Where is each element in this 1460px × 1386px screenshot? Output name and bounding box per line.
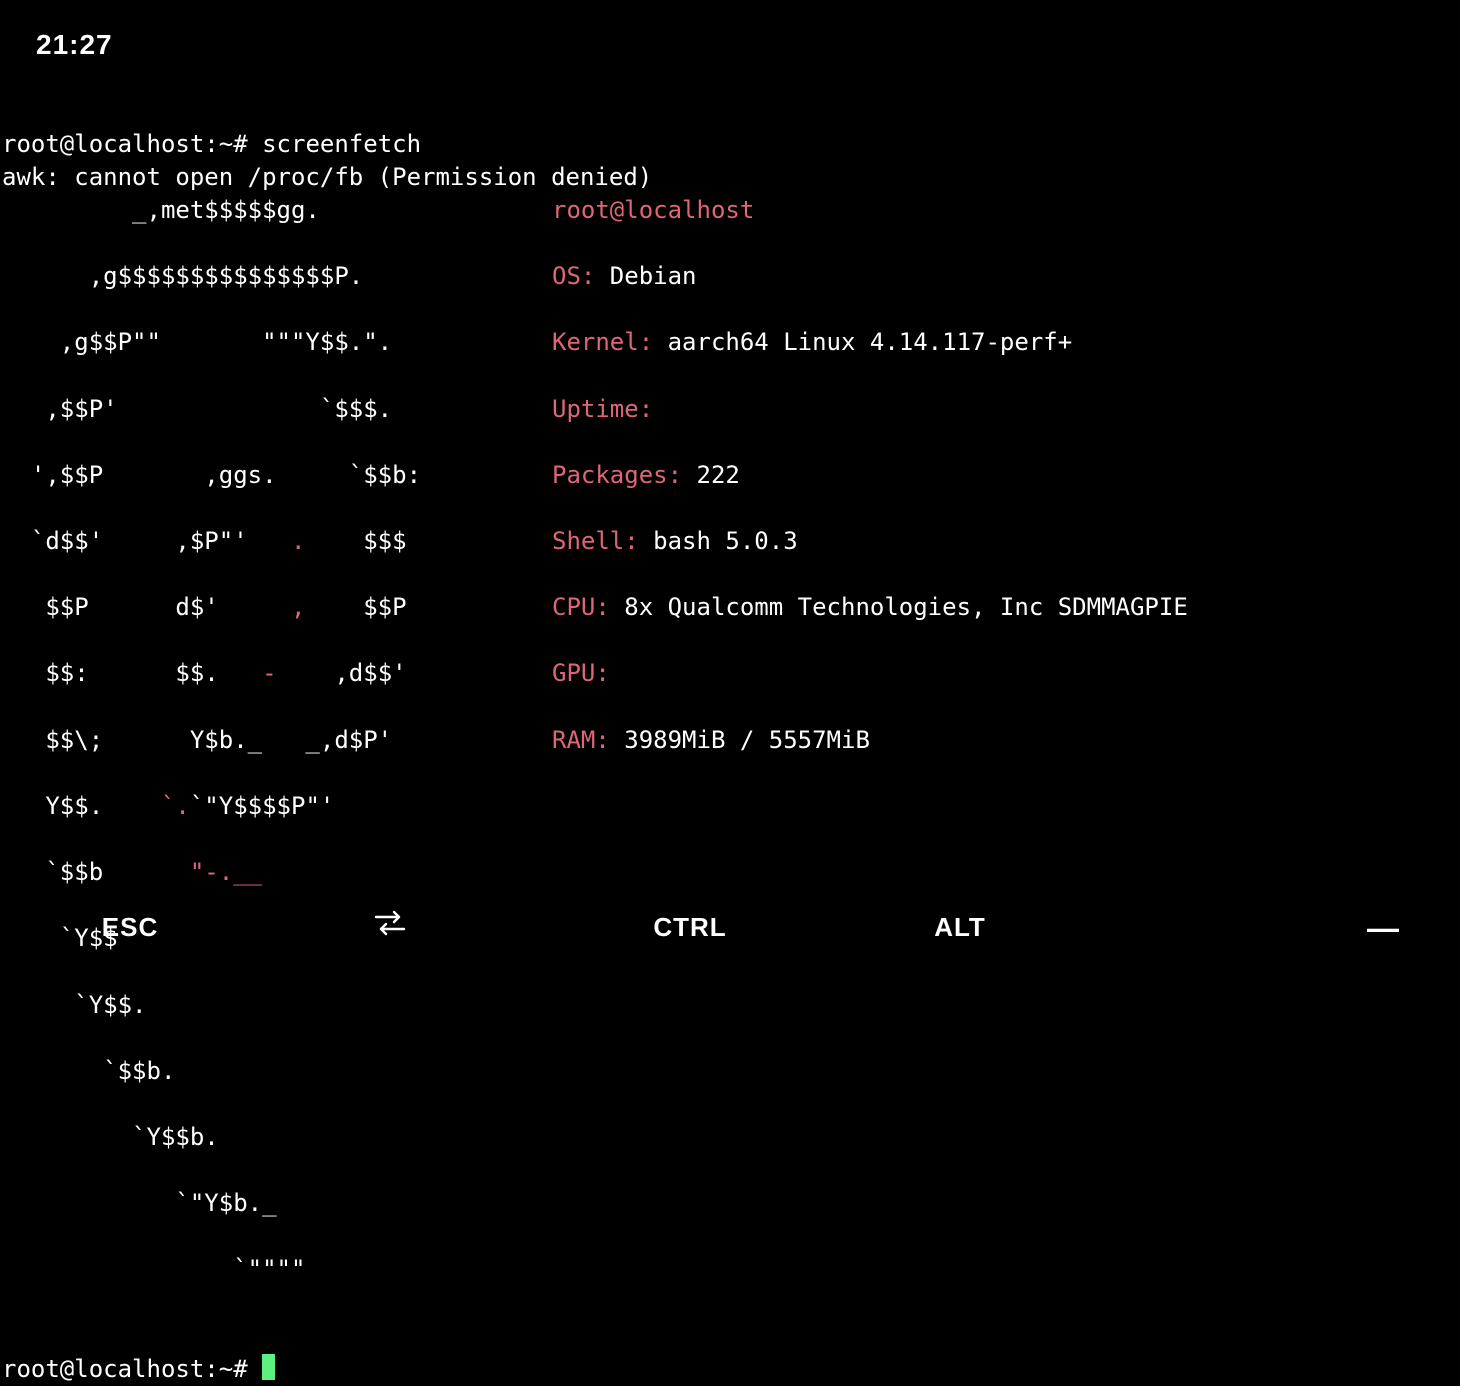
ascii-line-9: Y$$. `.`"Y$$$$P"': [2, 790, 552, 823]
ascii-line-1: ,g$$$$$$$$$$$$$$$P.: [2, 260, 552, 293]
tab-icon: [373, 909, 407, 947]
label-shell: Shell:: [552, 527, 653, 555]
cursor-icon: [262, 1354, 275, 1380]
label-packages: Packages:: [552, 461, 697, 489]
label-gpu: GPU:: [552, 659, 624, 687]
terminal-output[interactable]: root@localhost:~# screenfetch awk: canno…: [0, 65, 1460, 1386]
error-line: awk: cannot open /proc/fb (Permission de…: [2, 163, 652, 191]
ascii-line-7: $$: $$. - ,d$$': [2, 657, 552, 690]
label-ram: RAM:: [552, 726, 624, 754]
value-kernel: aarch64 Linux 4.14.117-perf+: [668, 328, 1073, 356]
ascii-line-14: `Y$$b.: [2, 1121, 552, 1154]
value-shell: bash 5.0.3: [653, 527, 798, 555]
ascii-line-0: _,met$$$$$gg.: [2, 194, 552, 227]
virtual-key-bar: ESC CTRL ALT —: [0, 878, 1460, 978]
ascii-line-13: `$$b.: [2, 1055, 552, 1088]
value-ram: 3989MiB / 5557MiB: [624, 726, 870, 754]
status-bar: 21:27: [0, 0, 1460, 65]
info-host: localhost: [624, 196, 754, 224]
ascii-line-12: `Y$$.: [2, 989, 552, 1022]
ascii-line-4: ',$$P ,ggs. `$$b:: [2, 459, 552, 492]
prompt-text: root@localhost:~#: [2, 130, 262, 158]
command-text: screenfetch: [262, 130, 421, 158]
prompt-1: root@localhost:~# screenfetch: [2, 130, 421, 158]
info-user: root: [552, 196, 610, 224]
label-kernel: Kernel:: [552, 328, 668, 356]
value-cpu: 8x Qualcomm Technologies, Inc SDMMAGPIE: [624, 593, 1188, 621]
value-packages: 222: [697, 461, 740, 489]
ascii-line-2: ,g$$P"" """Y$$.".: [2, 326, 552, 359]
value-os: Debian: [610, 262, 697, 290]
status-time: 21:27: [36, 29, 113, 60]
ascii-line-3: ,$$P' `$$$.: [2, 393, 552, 426]
at-sign: @: [610, 196, 624, 224]
prompt-2: root@localhost:~#: [2, 1355, 275, 1383]
ascii-line-16: `"""": [2, 1253, 552, 1286]
tab-key[interactable]: [260, 909, 520, 947]
ascii-line-6: $$P d$' , $$P: [2, 591, 552, 624]
prompt-text-2: root@localhost:~#: [2, 1355, 262, 1383]
label-cpu: CPU:: [552, 593, 624, 621]
label-uptime: Uptime:: [552, 395, 668, 423]
ascii-line-15: `"Y$b._: [2, 1187, 552, 1220]
esc-key[interactable]: ESC: [0, 910, 260, 946]
ascii-line-5: `d$$' ,$P"' . $$$: [2, 525, 552, 558]
ctrl-key[interactable]: CTRL: [520, 910, 820, 946]
alt-key[interactable]: ALT: [820, 910, 1100, 946]
ascii-line-8: $$\; Y$b._ _,d$P': [2, 724, 552, 757]
label-os: OS:: [552, 262, 610, 290]
dash-key[interactable]: —: [1100, 906, 1460, 950]
